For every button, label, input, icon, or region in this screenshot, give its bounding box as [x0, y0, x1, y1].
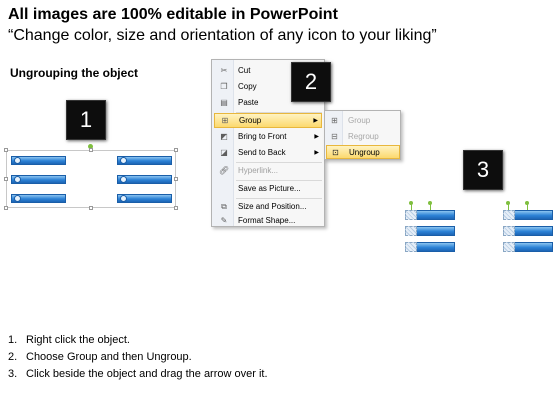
grouped-object[interactable] [4, 144, 178, 210]
rotation-handle[interactable] [506, 201, 510, 205]
resize-handle-bottom-left[interactable] [4, 206, 8, 210]
menu-item-size-and-position[interactable]: ⧉ Size and Position... [214, 199, 322, 214]
step-badge-3: 3 [463, 150, 503, 190]
size-position-icon: ⧉ [221, 201, 227, 211]
submenu-arrow-icon: ▶ [313, 118, 318, 124]
target-icon [14, 176, 21, 183]
submenu-arrow-icon: ▶ [314, 134, 319, 140]
menu-item-label: Paste [238, 98, 259, 107]
menu-item-label: Size and Position... [238, 202, 307, 211]
instruction-step: 2. Choose Group and then Ungroup. [8, 351, 192, 363]
step-badge-1: 1 [66, 100, 106, 140]
blue-bar-shape[interactable] [11, 194, 66, 203]
menu-item-label: Cut [238, 66, 251, 75]
menu-item-label: Send to Back [238, 148, 286, 157]
blue-bar-shape[interactable] [11, 175, 66, 184]
menu-item-label: Bring to Front [238, 132, 287, 141]
submenu-item-group[interactable]: ⊞ Group [326, 113, 400, 127]
target-icon [14, 195, 21, 202]
menu-item-label: Hyperlink... [238, 166, 279, 175]
copy-icon: ❐ [220, 82, 228, 91]
menu-item-hyperlink[interactable]: 🔗︎ Hyperlink... [214, 163, 322, 178]
selected-icon-shape[interactable] [503, 210, 515, 220]
menu-item-label: Save as Picture... [238, 184, 301, 193]
section-heading: Ungrouping the object [10, 66, 138, 80]
rotation-handle[interactable] [428, 201, 432, 205]
target-icon [120, 176, 127, 183]
resize-handle-bottom[interactable] [89, 206, 93, 210]
group-icon: ⊞ [221, 116, 229, 125]
step-badge-2: 2 [291, 62, 331, 102]
format-shape-icon: ✎ [220, 216, 228, 225]
target-icon [120, 157, 127, 164]
menu-item-group[interactable]: ⊞ Group ▶ [214, 113, 322, 128]
blue-bar-shape[interactable] [11, 156, 66, 165]
target-icon [120, 195, 127, 202]
selected-icon-shape[interactable] [405, 226, 417, 236]
slide-title: All images are 100% editable in PowerPoi… [8, 6, 338, 23]
target-icon [14, 157, 21, 164]
instruction-list: 1. Right click the object. 2. Choose Group… [8, 332, 268, 383]
menu-item-label: Copy [238, 82, 257, 91]
menu-item-label: Format Shape... [238, 216, 296, 225]
selected-icon-shape[interactable] [405, 210, 417, 220]
submenu-item-regroup[interactable]: ⊟ Regroup [326, 129, 400, 143]
menu-item-label: Group [348, 115, 371, 125]
resize-handle-right[interactable] [174, 177, 178, 181]
group-icon: ⊞ [331, 115, 338, 125]
resize-handle-top[interactable] [89, 148, 93, 152]
menu-item-label: Group [239, 116, 262, 125]
menu-item-send-to-back[interactable]: ◪ Send to Back ▶ [214, 145, 322, 160]
instruction-step: 3. Click beside the object and drag the a… [8, 368, 268, 380]
selected-icon-shape[interactable] [405, 242, 417, 252]
rotation-handle[interactable] [525, 201, 529, 205]
ungroup-icon: ⊡ [332, 147, 339, 157]
menu-item-bring-to-front[interactable]: ◩ Bring to Front ▶ [214, 129, 322, 144]
instruction-step: 1. Right click the object. [8, 334, 130, 346]
selected-icon-shape[interactable] [503, 226, 515, 236]
rotation-handle[interactable] [409, 201, 413, 205]
menu-item-label: Regroup [348, 131, 379, 141]
paste-icon: ▤ [220, 98, 228, 107]
blue-bar-shape[interactable] [117, 156, 172, 165]
hyperlink-icon: 🔗︎ [218, 166, 230, 175]
selected-icon-shape[interactable] [503, 242, 515, 252]
submenu-arrow-icon: ▶ [314, 150, 319, 156]
blue-bar-shape[interactable] [117, 175, 172, 184]
blue-bar-shape[interactable] [117, 194, 172, 203]
resize-handle-top-left[interactable] [4, 148, 8, 152]
slide-subtitle: “Change color, size and orientation of a… [8, 27, 437, 44]
resize-handle-top-right[interactable] [174, 148, 178, 152]
menu-item-save-as-picture[interactable]: Save as Picture... [214, 181, 322, 196]
scissors-icon: ✂ [220, 66, 228, 75]
menu-item-format-shape[interactable]: ✎ Format Shape... [214, 213, 322, 228]
group-submenu: ⊞ Group ⊟ Regroup ⊡ Ungroup [324, 110, 401, 160]
resize-handle-bottom-right[interactable] [174, 206, 178, 210]
bring-to-front-icon: ◩ [220, 132, 228, 141]
resize-handle-left[interactable] [4, 177, 8, 181]
regroup-icon: ⊟ [331, 131, 338, 141]
menu-item-label: Ungroup [349, 147, 380, 157]
submenu-item-ungroup[interactable]: ⊡ Ungroup [326, 145, 400, 159]
send-to-back-icon: ◪ [220, 148, 228, 157]
